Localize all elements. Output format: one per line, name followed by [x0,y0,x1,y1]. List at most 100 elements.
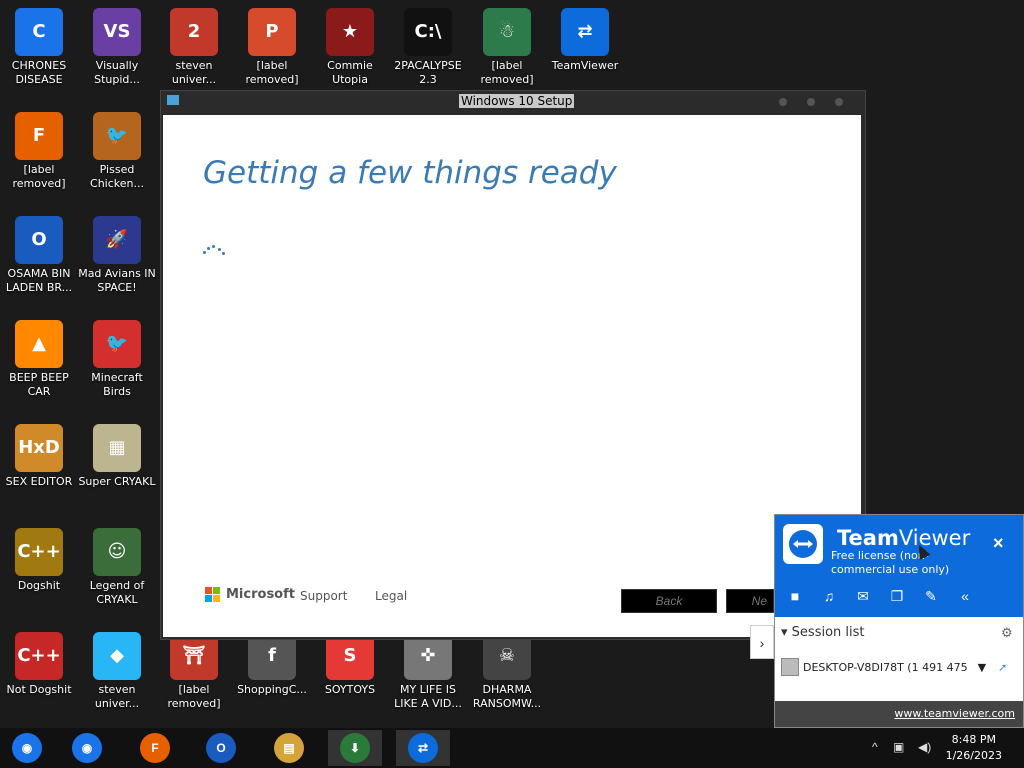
microsoft-brand: Microsoft [226,587,295,602]
taskbar-chrome-button[interactable]: ◉ [60,730,114,766]
desktop-icon[interactable]: ★ Commie Utopia [311,8,389,87]
files-icon[interactable]: ❐ [887,587,907,605]
desktop-icon[interactable]: ☃ [label removed] [468,8,546,87]
desktop-icon[interactable]: 🚀 Mad Avians IN SPACE! [78,216,156,295]
loading-spinner-icon [203,245,225,255]
teamviewer-name-bold: Team [837,526,899,550]
teamviewer-logo-icon [783,524,823,564]
maximize-button[interactable] [807,98,815,106]
session-list-label: Session list [791,625,865,640]
setup-window[interactable]: Windows 10 Setup Getting a few things re… [160,90,866,640]
clock-time: 8:48 PM [951,733,996,746]
network-icon[interactable]: ▣ [893,740,904,754]
desktop-icon[interactable]: ◆ steven univer... [78,632,156,711]
desktop-icon[interactable]: C CHRONES DISEASE [0,8,78,87]
minimize-button[interactable] [779,98,787,106]
taskbar-obama-logo-button[interactable]: O [194,730,248,766]
desktop-icon[interactable]: VS Visually Stupid... [78,8,156,87]
support-link[interactable]: Support [300,589,347,603]
hxd-icon: HxD [15,424,63,472]
chrome-icon: ◉ [12,733,42,763]
dev-cpp-icon: C++ [15,632,63,680]
desktop-icon[interactable]: C++ Not Dogshit [0,632,78,697]
desktop-icon-label: BEEP BEEP CAR [9,371,69,398]
desktop-icon[interactable]: 2 steven univer... [155,8,233,87]
pixel-cat-icon: ▦ [93,424,141,472]
obama-logo-icon: O [15,216,63,264]
chat-icon[interactable]: ✉ [853,587,873,605]
chrome-icon: ◉ [72,733,102,763]
volume-icon[interactable]: ◀) [918,740,931,754]
desktop-icon[interactable]: S SOYTOYS [311,632,389,697]
desktop-icon[interactable]: 🐦 Pissed Chicken... [78,112,156,191]
teamviewer-icon: ⇄ [408,733,438,763]
desktop-icon[interactable]: f ShoppingC... [233,632,311,697]
clock[interactable]: 8:48 PM 1/26/2023 [946,732,1002,764]
desktop-icon-label: TeamViewer [551,59,619,72]
close-icon[interactable]: × [993,533,1004,554]
license-text: Free license (non-commercial use only) [831,549,950,576]
desktop-icon-label: [label removed] [167,683,221,710]
desktop-icon-label: steven univer... [94,683,140,710]
desktop-icon-label: DHARMA RANSOMW... [472,683,542,710]
back-button[interactable]: Back [621,589,717,613]
gear-icon[interactable]: ⚙ [1001,625,1013,641]
broom-icon[interactable]: ✎ [921,587,941,605]
taskbar-firefox-button[interactable]: F [128,730,182,766]
headset-icon[interactable]: ♫ [819,587,839,605]
device-name: DESKTOP-V8DI78T (1 491 475 [803,660,968,674]
windows-setup-icon: ⬇ [340,733,370,763]
collapse-icon[interactable]: « [955,587,975,605]
teamviewer-icon: ⇄ [561,8,609,56]
taskbar-teamviewer-button[interactable]: ⇄ [396,730,450,766]
desktop-icon-label: Minecraft Birds [91,371,143,398]
desktop-icon-label: CHRONES DISEASE [11,59,67,86]
desktop-icon[interactable]: ▦ Super CRYAKL [78,424,156,489]
desktop-icon[interactable]: C++ Dogshit [0,528,78,593]
desktop-icon[interactable]: ▲ BEEP BEEP CAR [0,320,78,399]
desktop-icon[interactable]: 🐦 Minecraft Birds [78,320,156,399]
desktop-icon[interactable]: P [label removed] [233,8,311,87]
dev-cpp-gold-icon: C++ [15,528,63,576]
taskbar-windows-setup-button[interactable]: ⬇ [328,730,382,766]
desktop-icon[interactable]: ⛩ [label removed] [155,632,233,711]
desktop-icon[interactable]: HxD SEX EDITOR [0,424,78,489]
desktop-icon[interactable]: ☠ DHARMA RANSOMW... [468,632,546,711]
desktop-icon[interactable]: ⇄ TeamViewer [546,8,624,73]
teamviewer-link[interactable]: www.teamviewer.com [894,707,1015,720]
session-list-header[interactable]: ▾ Session list [781,625,865,640]
window-titlebar[interactable]: Windows 10 Setup [161,91,865,113]
desktop-icon[interactable]: ✜ MY LIFE IS LIKE A VID... [389,632,467,711]
game-2-icon: 2 [170,8,218,56]
desktop-icon[interactable]: F [label removed] [0,112,78,191]
session-item[interactable]: DESKTOP-V8DI78T (1 491 475 ▼ ➚ [781,658,1007,676]
desktop-icon-label: Not Dogshit [6,683,72,696]
desktop-icon-label: SOYTOYS [324,683,376,696]
teamviewer-toolbar: ■ ♫ ✉ ❐ ✎ « [785,587,975,605]
angry-bird-icon: 🐦 [93,320,141,368]
desktop-icon-label: OSAMA BIN LADEN BR... [5,267,73,294]
teamviewer-name: TeamViewer [837,526,970,550]
chevron-right-icon[interactable]: › [750,625,774,659]
close-button[interactable] [835,98,843,106]
desktop-icon[interactable]: C:\ 2PACALYPSE 2.3 [389,8,467,87]
microsoft-squares-icon [205,587,220,602]
chevron-down-icon[interactable]: ▼ [978,661,986,674]
legal-link[interactable]: Legal [375,589,407,603]
desktop-icon[interactable]: ☺ Legend of CRYAKL [78,528,156,607]
tray-up-icon[interactable]: ^ [872,740,878,754]
setup-content: Getting a few things ready Microsoft Sup… [163,115,861,637]
page-title: Getting a few things ready [203,155,617,191]
setup-app-icon [167,95,179,105]
connect-arrow-icon[interactable]: ➚ [998,661,1007,674]
desktop-icon-label: steven univer... [171,59,217,86]
taskbar-file-explorer-button[interactable]: ▤ [262,730,316,766]
desktop-icon-label: Legend of CRYAKL [89,579,145,606]
next-button[interactable]: Ne [726,589,774,613]
taskbar-chrome-button[interactable]: ◉ [0,730,54,766]
teamviewer-name-light: Viewer [898,526,971,550]
video-icon[interactable]: ■ [785,587,805,605]
desktop-icon[interactable]: O OSAMA BIN LADEN BR... [0,216,78,295]
window-title: Windows 10 Setup [459,94,575,108]
desktop-icon-label: ShoppingC... [237,683,307,696]
